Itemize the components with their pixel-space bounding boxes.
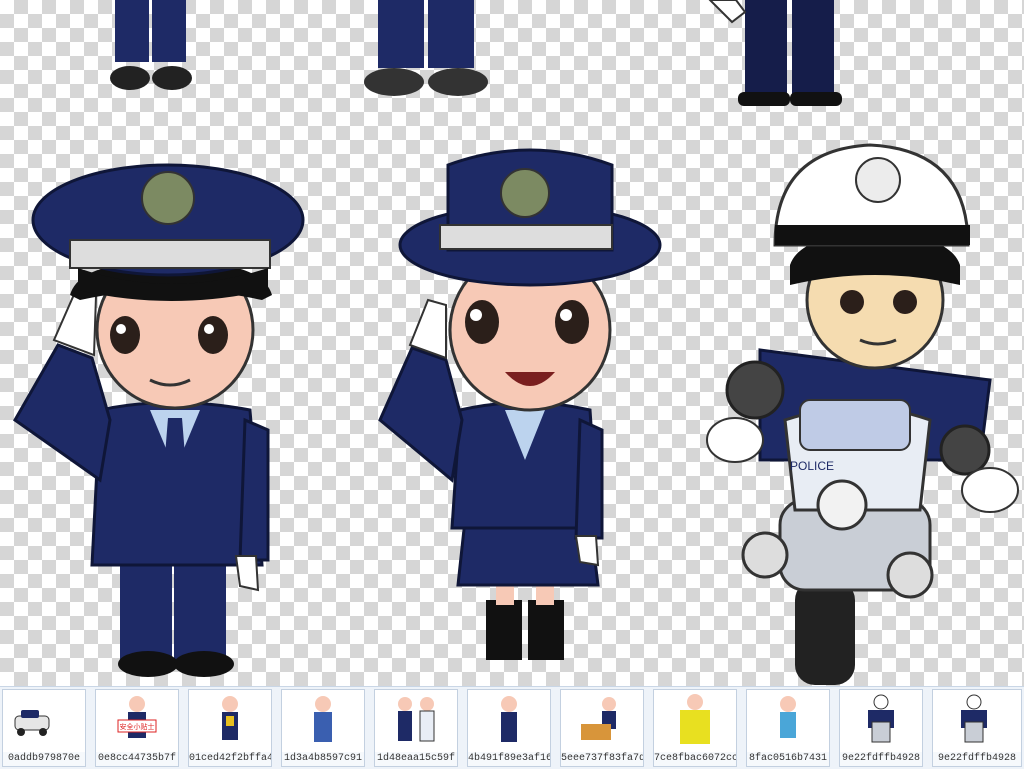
thumbnail-0[interactable]: 0addb979870e [2, 689, 86, 767]
policewoman-saluting [378, 148, 662, 660]
thumbnail-10[interactable]: 9e22fdffb4928 [932, 689, 1022, 767]
thumbnail-label: 7ce8fbac6072cc [654, 752, 736, 766]
thumbnail-2[interactable]: 01ced42f2bffa4 [188, 689, 272, 767]
motorcycle-officer-icon [868, 694, 894, 743]
male-officer-saluting [13, 163, 305, 677]
thumbnail-1[interactable]: 安全小贴士 0e8cc44735b7f [95, 689, 179, 767]
thumbnail-strip: 0addb979870e 安全小贴士 0e8cc44735b7f 01ced42… [0, 686, 1024, 769]
thumbnail-label: 0addb979870e [3, 752, 85, 766]
thumbnail-label: 1d3a4b8597c91 [282, 752, 364, 766]
thumbnail-label: 9e22fdffb4928 [840, 752, 922, 766]
thumbnail-label: 9e22fdffb4928 [933, 752, 1021, 766]
thumbnail-6[interactable]: 5eee737f83fa7d [560, 689, 644, 767]
officer-sign-icon: 安全小贴士 [117, 696, 157, 738]
thumbnail-label: 0e8cc44735b7f [96, 752, 178, 766]
thumbnail-5[interactable]: 4b491f89e3af16 [467, 689, 551, 767]
thumbnail-8[interactable]: 8fac0516b7431 [746, 689, 830, 767]
police-badge-text: POLICE [790, 459, 834, 473]
thumbnail-7[interactable]: 7ce8fbac6072cc [653, 689, 737, 767]
officer-icon [501, 696, 517, 742]
traffic-officer-icon [680, 694, 710, 744]
thumbnail-4[interactable]: 1d48eaa15c59f [374, 689, 458, 767]
thumbnail-3[interactable]: 1d3a4b8597c91 [281, 689, 365, 767]
police-cartoon-illustration: POLICE [13, 0, 1019, 685]
officer-icon [222, 696, 238, 740]
policewoman-icon [314, 696, 332, 742]
cropped-figure-legs-1 [110, 0, 192, 90]
safety-tips-sign-text: 安全小贴士 [120, 722, 155, 731]
thumbnail-label: 1d48eaa15c59f [375, 752, 457, 766]
thumbnail-label: 01ced42f2bffa4 [189, 752, 271, 766]
officer-desk-icon [581, 697, 616, 740]
cropped-figure-legs-2 [364, 0, 488, 96]
thumbnail-9[interactable]: 9e22fdffb4928 [839, 689, 923, 767]
motorcycle-officer-icon [961, 694, 987, 743]
thumbnail-label: 8fac0516b7431 [747, 752, 829, 766]
thumbnail-label: 5eee737f83fa7d [561, 752, 643, 766]
police-car-icon [14, 710, 50, 736]
main-image: POLICE [0, 0, 1024, 686]
thumbnail-label: 4b491f89e3af16 [468, 752, 550, 766]
motorcycle-officer: POLICE [706, 143, 1019, 685]
two-officers-icon [398, 697, 435, 742]
policewoman-icon [780, 696, 796, 738]
cropped-figure-legs-3 [708, 0, 842, 106]
